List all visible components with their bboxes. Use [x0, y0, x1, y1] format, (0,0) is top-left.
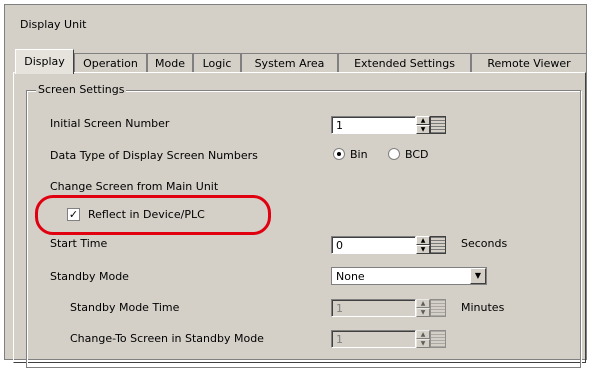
- start-time-input[interactable]: 0: [331, 236, 416, 254]
- initial-screen-number-label: Initial Screen Number: [50, 117, 170, 130]
- radio-bin[interactable]: [333, 148, 345, 160]
- spin-down-icon[interactable]: ▼: [416, 339, 430, 348]
- keypad-icon[interactable]: [430, 299, 446, 317]
- start-time-spinner[interactable]: ▲ ▼: [416, 236, 430, 254]
- keypad-icon[interactable]: [430, 330, 446, 348]
- standby-mode-time-unit: Minutes: [461, 301, 505, 314]
- change-to-screen-input[interactable]: 1: [331, 330, 416, 348]
- standby-mode-time-input[interactable]: 1: [331, 299, 416, 317]
- spin-up-icon[interactable]: ▲: [416, 116, 430, 125]
- start-time-unit: Seconds: [461, 237, 508, 250]
- screen-settings-label: Screen Settings: [36, 83, 127, 96]
- initial-screen-number-spinner[interactable]: ▲ ▼: [416, 116, 430, 134]
- spin-up-icon[interactable]: ▲: [416, 299, 430, 308]
- tab-logic[interactable]: Logic: [193, 53, 241, 73]
- spin-up-icon[interactable]: ▲: [416, 236, 430, 245]
- highlight-annotation: [35, 195, 271, 235]
- radio-bcd-label: BCD: [405, 148, 429, 161]
- tab-operation[interactable]: Operation: [74, 53, 147, 73]
- data-type-label: Data Type of Display Screen Numbers: [50, 149, 258, 162]
- tab-system-area[interactable]: System Area: [241, 53, 338, 73]
- tab-display[interactable]: Display: [15, 49, 74, 74]
- keypad-icon[interactable]: [430, 236, 446, 254]
- start-time-label: Start Time: [50, 237, 108, 250]
- spin-down-icon[interactable]: ▼: [416, 308, 430, 317]
- tab-mode[interactable]: Mode: [147, 53, 193, 73]
- standby-mode-time-label: Standby Mode Time: [70, 301, 180, 314]
- change-screen-label: Change Screen from Main Unit: [50, 180, 219, 193]
- standby-mode-label: Standby Mode: [50, 270, 129, 283]
- spin-down-icon[interactable]: ▼: [416, 245, 430, 254]
- spin-down-icon[interactable]: ▼: [416, 125, 430, 134]
- initial-screen-number-input[interactable]: 1: [331, 116, 416, 134]
- chevron-down-icon[interactable]: ▼: [470, 268, 486, 284]
- standby-mode-select[interactable]: None ▼: [331, 267, 487, 285]
- tab-extended-settings[interactable]: Extended Settings: [338, 53, 471, 73]
- change-to-screen-spinner[interactable]: ▲ ▼: [416, 330, 430, 348]
- window-title: Display Unit: [20, 18, 87, 31]
- tab-remote-viewer[interactable]: Remote Viewer: [471, 53, 587, 73]
- change-to-screen-label: Change-To Screen in Standby Mode: [70, 332, 264, 345]
- standby-mode-time-spinner[interactable]: ▲ ▼: [416, 299, 430, 317]
- radio-bin-label: Bin: [350, 148, 368, 161]
- spin-up-icon[interactable]: ▲: [416, 330, 430, 339]
- keypad-icon[interactable]: [430, 116, 446, 134]
- standby-mode-value: None: [336, 270, 365, 283]
- radio-bcd[interactable]: [388, 148, 400, 160]
